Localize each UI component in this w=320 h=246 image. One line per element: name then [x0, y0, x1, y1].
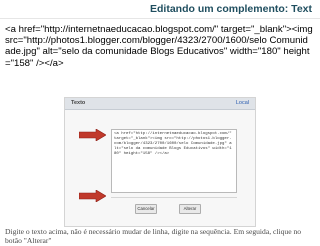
screenshot-header-action: Local — [235, 100, 249, 106]
screenshot-divider — [111, 197, 237, 198]
slide-title: Editando um complemento: Text — [150, 3, 312, 15]
code-snippet: <a href="http://internetnaeducacao.blogs… — [5, 24, 316, 69]
blogger-editor-screenshot: Texto Local <a href="http://internetnaed… — [64, 97, 256, 227]
arrow-right-icon — [79, 129, 106, 141]
screenshot-change-button: Alterar — [179, 204, 201, 214]
screenshot-cancel-button: Cancelar — [135, 204, 157, 214]
title-divider — [0, 18, 320, 19]
screenshot-html-textarea: <a href="http://internetnaeducacao.blogs… — [111, 129, 237, 193]
arrow-right-icon — [79, 190, 106, 202]
screenshot-header: Texto Local — [65, 98, 255, 110]
instruction-text: Digite o texto acima, não é necessário m… — [5, 227, 302, 246]
screenshot-header-title: Texto — [71, 100, 86, 106]
